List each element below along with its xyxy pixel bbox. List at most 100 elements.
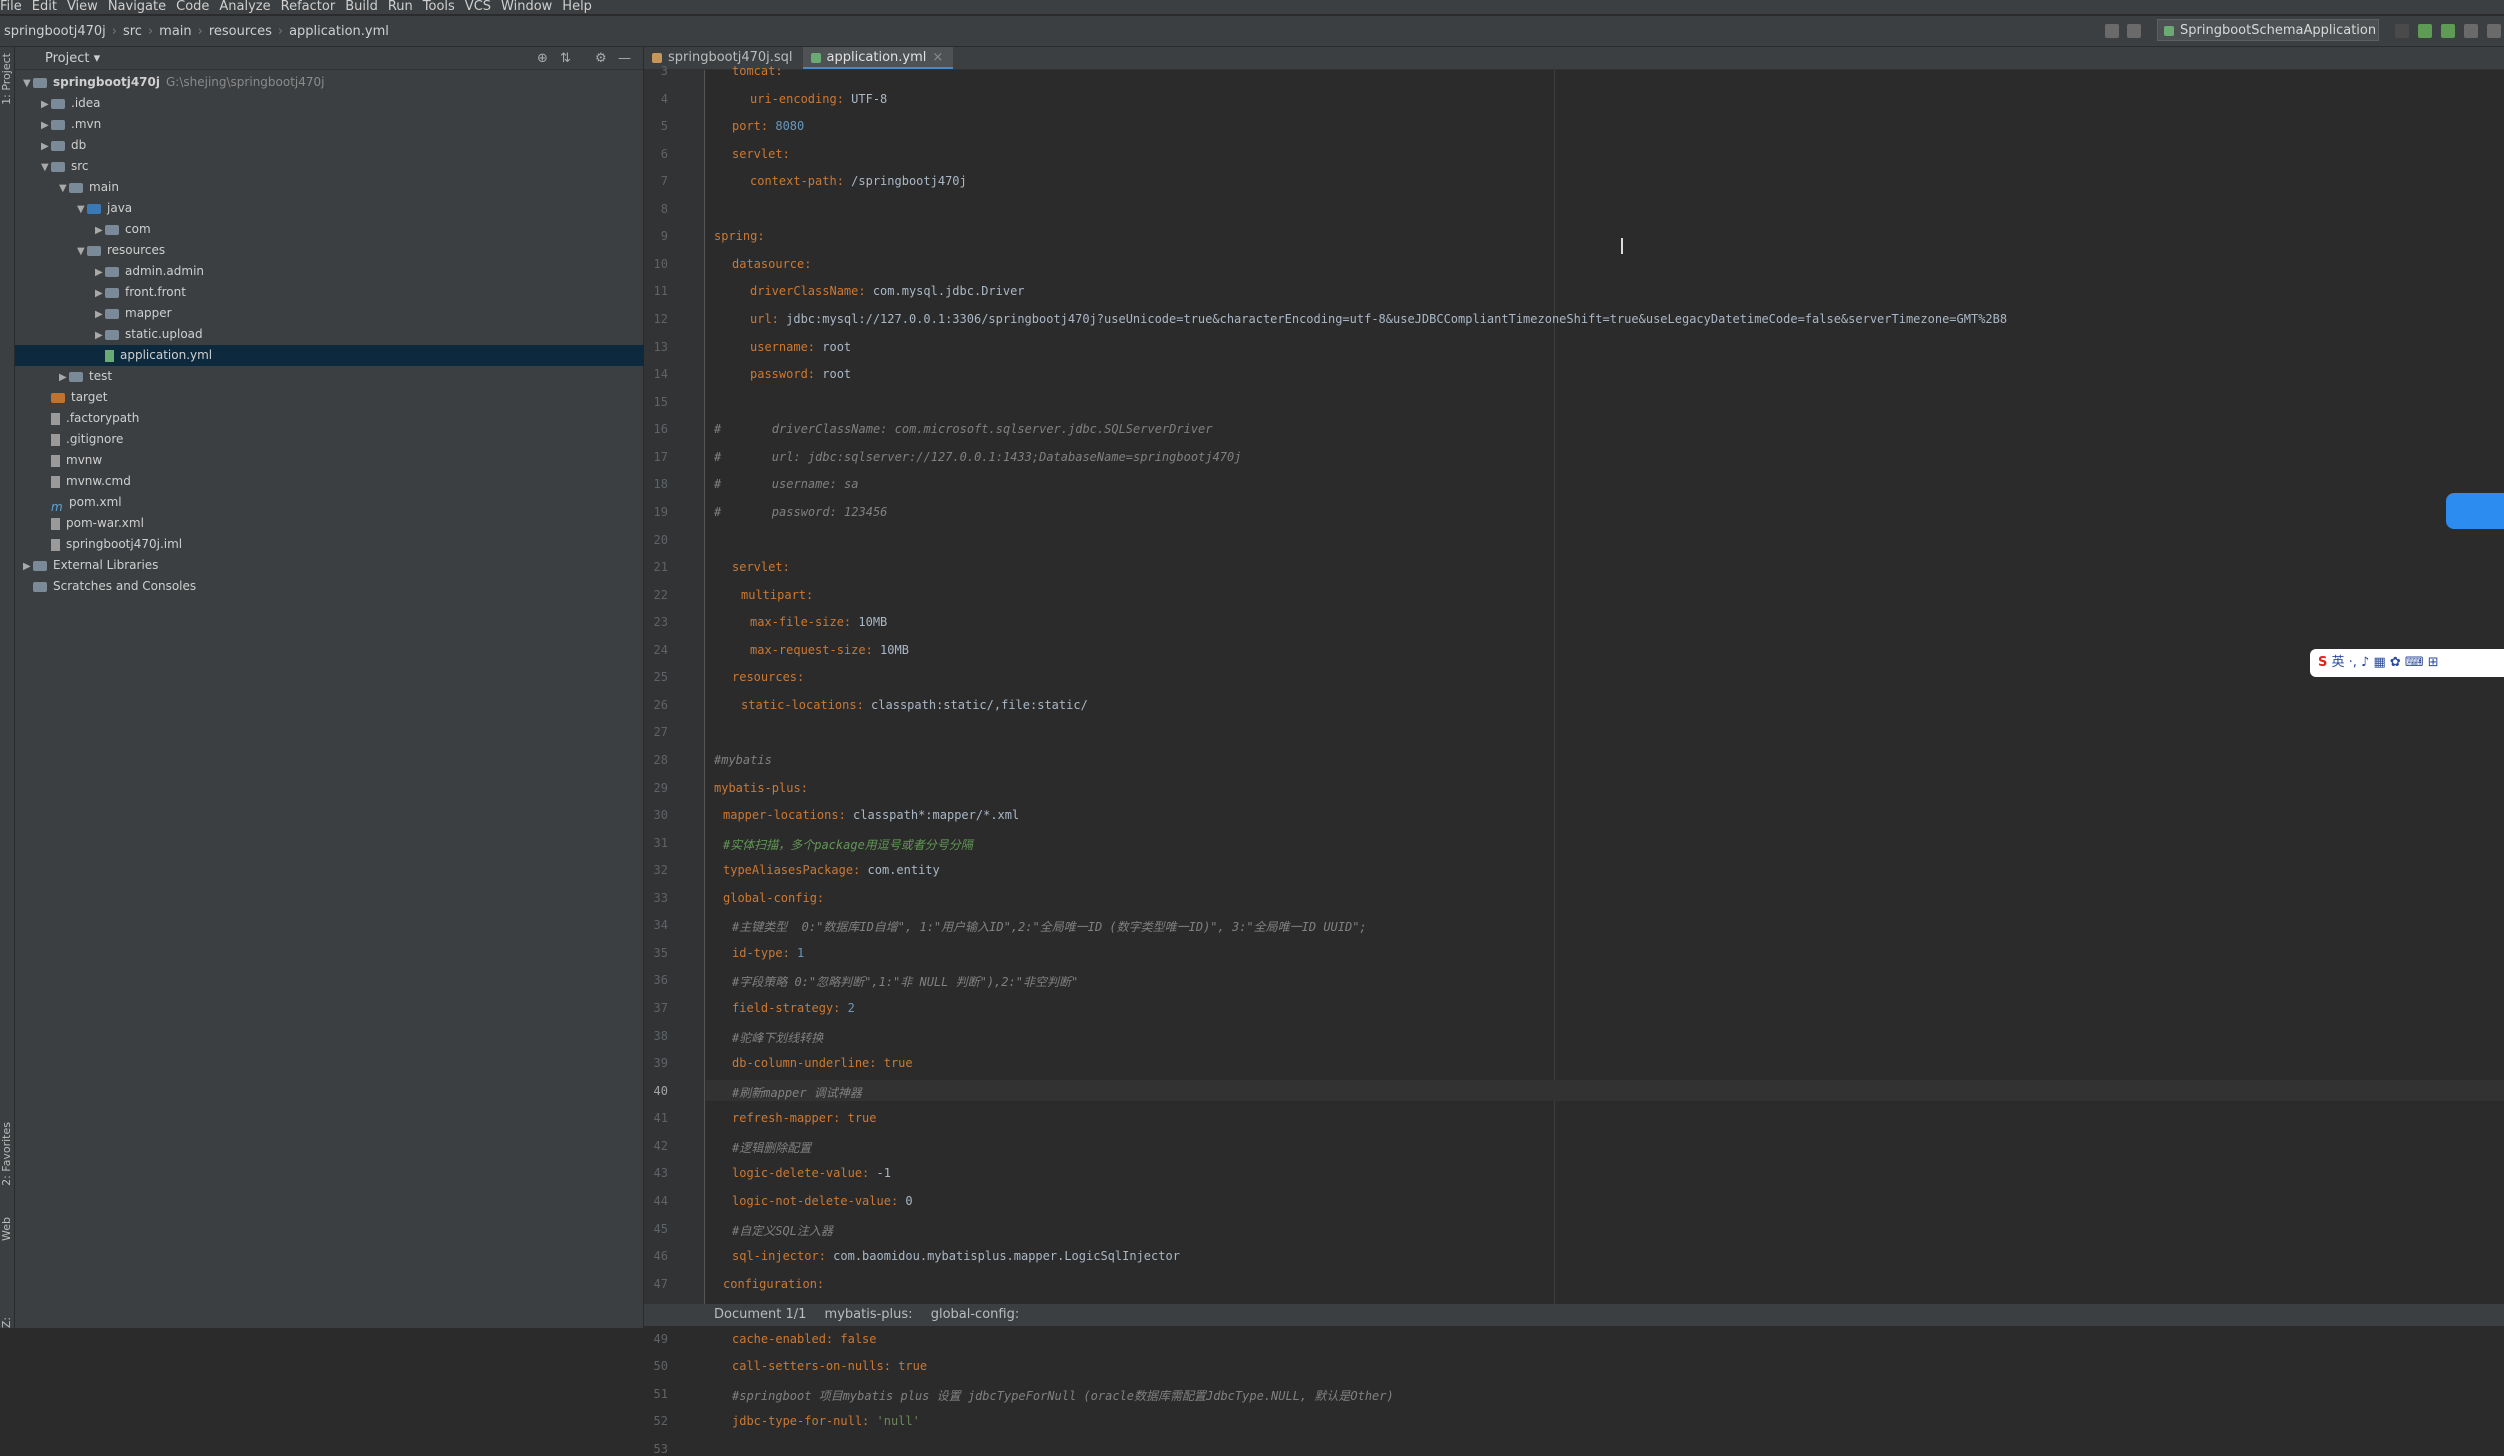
line-number: 21: [653, 560, 668, 575]
tree-item-label: mapper: [125, 306, 172, 320]
yaml-key: cache-enabled:: [732, 1331, 834, 1346]
tree-item[interactable]: ▶ db: [15, 135, 669, 156]
tree-item[interactable]: .gitignore: [15, 429, 669, 450]
breadcrumb-item[interactable]: main: [159, 24, 191, 39]
line-number: 39: [653, 1056, 668, 1071]
expand-arrow-icon[interactable]: ▶: [95, 283, 105, 304]
hide-icon[interactable]: —: [618, 51, 631, 66]
yaml-key: spring:: [714, 229, 765, 244]
expand-arrow-icon[interactable]: ▶: [23, 556, 33, 577]
profile-icon[interactable]: [2464, 24, 2478, 38]
tree-item[interactable]: .factorypath: [15, 408, 669, 429]
menu-window[interactable]: Window: [501, 0, 552, 14]
tree-item[interactable]: target: [15, 387, 669, 408]
tree-item[interactable]: ▼ java: [15, 198, 705, 219]
tree-item[interactable]: ▶ static.upload: [15, 324, 723, 345]
menu-help[interactable]: Help: [562, 0, 592, 14]
expand-arrow-icon[interactable]: ▶: [95, 304, 105, 325]
expand-arrow-icon[interactable]: ▼: [23, 73, 33, 94]
menu-analyze[interactable]: Analyze: [219, 0, 270, 14]
yaml-key: sql-injector:: [732, 1249, 826, 1264]
code-line: datasource:: [732, 257, 811, 271]
tree-item[interactable]: ▼ main: [15, 177, 687, 198]
code-line: # username: sa: [714, 477, 859, 491]
tree-item[interactable]: Scratches and Consoles: [15, 576, 651, 597]
expand-arrow-icon[interactable]: ▶: [41, 94, 51, 115]
crumb-mybatis-plus[interactable]: mybatis-plus:: [825, 1307, 913, 1322]
tool-window-web[interactable]: Web: [0, 1217, 13, 1241]
tree-item[interactable]: mvnw.cmd: [15, 471, 669, 492]
tree-item[interactable]: ▶ admin.admin: [15, 261, 723, 282]
menu-navigate[interactable]: Navigate: [108, 0, 166, 14]
expand-arrow-icon[interactable]: ▼: [77, 199, 87, 220]
code-area[interactable]: 3 tomcat: 4 uri-encoding: UTF-8 5 port: 8080 6…: [644, 64, 2504, 1456]
tree-item[interactable]: ▶ test: [15, 366, 687, 387]
tree-item[interactable]: mvnw: [15, 450, 669, 471]
close-icon[interactable]: ×: [932, 50, 943, 65]
tree-item[interactable]: ▼ springbootj470j G:\shejing\springbootj47…: [15, 72, 651, 93]
code-line: mapper-locations: classpath*:mapper/*.xm…: [723, 808, 1019, 822]
breadcrumb-item[interactable]: application.yml: [289, 24, 389, 39]
expand-arrow-icon[interactable]: ▶: [41, 136, 51, 157]
menu-vcs[interactable]: VCS: [465, 0, 491, 14]
crumb-global-config[interactable]: global-config:: [931, 1307, 1020, 1322]
menu-build[interactable]: Build: [345, 0, 378, 14]
tool-window-project[interactable]: 1: Project: [0, 53, 13, 105]
code-line: refresh-mapper: true: [732, 1111, 877, 1125]
menu-file[interactable]: File: [0, 0, 22, 14]
layout-icon[interactable]: [2105, 24, 2119, 38]
tree-item[interactable]: ▶ front.front: [15, 282, 723, 303]
breadcrumb-item[interactable]: src: [123, 24, 142, 39]
tree-item[interactable]: ▶ External Libraries: [15, 555, 651, 576]
tree-item[interactable]: ▶ .mvn: [15, 114, 669, 135]
gear-icon[interactable]: ⚙: [595, 51, 607, 66]
breadcrumb-item[interactable]: resources: [209, 24, 272, 39]
tree-item[interactable]: m pom.xml: [15, 492, 669, 514]
menu-code[interactable]: Code: [176, 0, 209, 14]
tree-item[interactable]: ▼ src: [15, 156, 669, 177]
locate-icon[interactable]: ⊕: [537, 51, 548, 66]
tree-item[interactable]: application.yml: [15, 345, 723, 366]
menu-run[interactable]: Run: [388, 0, 413, 14]
menu-tools[interactable]: Tools: [423, 0, 455, 14]
tree-item-label: db: [71, 138, 87, 152]
code-comment: # username: sa: [714, 477, 859, 492]
collapse-icon[interactable]: ⇅: [560, 51, 571, 66]
run-icon[interactable]: [2395, 24, 2409, 38]
tree-item-label: front.front: [125, 285, 186, 299]
ime-toolbar[interactable]: S 英 ·, ♪ ▦ ✿ ⌨ ⊞: [2310, 649, 2504, 677]
ime-controls: 英 ·, ♪ ▦ ✿ ⌨ ⊞: [2331, 655, 2439, 670]
expand-arrow-icon[interactable]: ▼: [77, 241, 87, 262]
debug-icon[interactable]: [2418, 24, 2432, 38]
stop-icon[interactable]: [2487, 24, 2501, 38]
floating-assistant-button[interactable]: [2446, 493, 2504, 529]
menu-view[interactable]: View: [67, 0, 98, 14]
tree-item[interactable]: ▼ resources: [15, 240, 705, 261]
yaml-key: mapper-locations:: [723, 808, 846, 823]
tree-item[interactable]: ▶ com: [15, 219, 723, 240]
tree-item[interactable]: ▶ .idea: [15, 93, 669, 114]
expand-arrow-icon[interactable]: ▼: [41, 157, 51, 178]
tree-item[interactable]: springbootj470j.iml: [15, 534, 669, 555]
tree-item-label: static.upload: [125, 327, 203, 341]
menu-edit[interactable]: Edit: [32, 0, 57, 14]
editor-tab[interactable]: application.yml ×: [802, 47, 954, 69]
folder-icon: [69, 182, 83, 193]
breadcrumb-item[interactable]: springbootj470j: [4, 24, 106, 39]
hammer-icon[interactable]: [2127, 24, 2141, 38]
tree-item[interactable]: pom-war.xml: [15, 513, 669, 534]
tree-item-label: .idea: [71, 96, 101, 110]
expand-arrow-icon[interactable]: ▼: [59, 178, 69, 199]
tree-item[interactable]: ▶ mapper: [15, 303, 723, 324]
expand-arrow-icon[interactable]: ▶: [41, 115, 51, 136]
expand-arrow-icon[interactable]: ▶: [95, 262, 105, 283]
run-configuration-select[interactable]: SpringbootSchemaApplication ▾: [2157, 19, 2379, 60]
coverage-icon[interactable]: [2441, 24, 2455, 38]
menu-refactor[interactable]: Refactor: [281, 0, 336, 14]
expand-arrow-icon[interactable]: ▶: [95, 220, 105, 241]
expand-arrow-icon[interactable]: ▶: [59, 367, 69, 388]
file-icon: [51, 412, 60, 425]
project-view-select[interactable]: Project: [45, 51, 89, 66]
tool-window-favorites[interactable]: 2: Favorites: [0, 1122, 13, 1186]
expand-arrow-icon[interactable]: ▶: [95, 325, 105, 346]
